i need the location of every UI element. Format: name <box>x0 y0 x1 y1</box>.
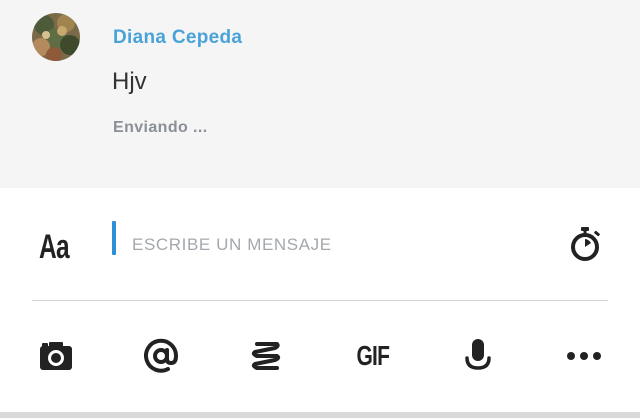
gif-label: GIF <box>356 340 390 371</box>
microphone-icon[interactable] <box>462 336 494 376</box>
spring-icon[interactable] <box>246 336 286 376</box>
camera-icon[interactable] <box>36 336 76 376</box>
text-caret <box>112 221 116 255</box>
message-input[interactable] <box>132 233 532 257</box>
message-status: Enviando ... <box>113 119 208 136</box>
divider <box>32 300 608 301</box>
composer: Aa ESCRIBE UN MENSAJE GIF <box>0 188 640 418</box>
message-text: Hjv <box>112 68 147 95</box>
bottom-edge <box>0 412 640 418</box>
gif-icon[interactable]: GIF <box>350 336 396 376</box>
text-format-button[interactable]: Aa <box>39 228 70 267</box>
message-area: Diana Cepeda Hjv Enviando ... <box>0 0 640 188</box>
sender-name[interactable]: Diana Cepeda <box>113 27 242 49</box>
avatar[interactable] <box>32 13 80 61</box>
stopwatch-icon[interactable] <box>567 226 603 262</box>
more-icon[interactable] <box>564 336 604 376</box>
at-sign-icon[interactable] <box>140 336 182 376</box>
